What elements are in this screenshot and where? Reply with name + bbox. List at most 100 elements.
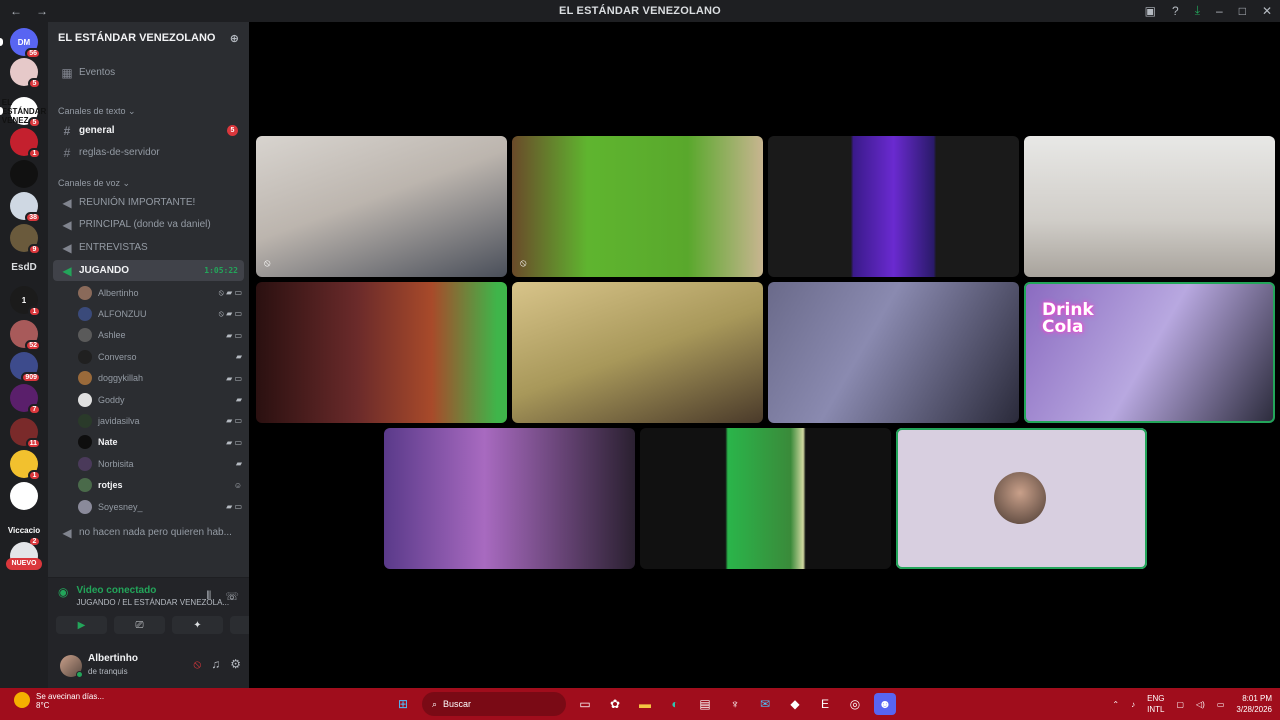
voice-user[interactable]: rotjes ☺	[78, 475, 244, 496]
voice-user[interactable]: javidasilva ▰ ▭	[78, 410, 244, 431]
file-explorer-icon[interactable]: ▬	[634, 693, 656, 715]
maximize-icon[interactable]: □	[1239, 4, 1246, 18]
camera-button[interactable]: ▶	[56, 616, 107, 634]
calendar-icon: ▦	[61, 65, 73, 80]
mute-icon[interactable]: ⦸	[193, 657, 201, 672]
server-icon[interactable]	[10, 160, 38, 188]
discord-icon[interactable]: ☻	[874, 693, 896, 715]
mention-badge: 1	[28, 306, 41, 317]
server-icon[interactable]: 52	[10, 320, 41, 351]
voice-channel-principal[interactable]: ◀ PRINCIPAL (donde va daniel)	[53, 214, 244, 235]
drink-cola-sign: Drink Cola	[1042, 300, 1094, 337]
voice-user[interactable]: Ashlee ▰ ▭	[78, 325, 244, 346]
server-icon[interactable]: 38	[10, 192, 41, 223]
avatar	[78, 328, 92, 343]
voice-user[interactable]: Goddy ▰	[78, 389, 244, 410]
display-icon[interactable]: ▢	[1176, 700, 1184, 709]
clock[interactable]: 8:01 PM 3/28/2026	[1236, 693, 1272, 715]
voice-user[interactable]: Converso ▰	[78, 346, 244, 367]
alien-app-icon[interactable]: ♆	[724, 693, 746, 715]
voice-channel-jugando[interactable]: ◀ JUGANDO 1:05:22	[53, 260, 244, 281]
muted-mic-icon: ⦸	[264, 258, 271, 269]
server-icon[interactable]: 11	[10, 286, 41, 317]
settings-icon[interactable]: ⚙	[230, 657, 241, 672]
video-tile-6[interactable]	[512, 282, 763, 423]
microphone-icon[interactable]: ♪	[1131, 700, 1135, 709]
server-icon[interactable]: EL ESTÁNDAR VENEZ 5	[0, 97, 46, 128]
start-icon[interactable]: ⊞	[392, 693, 414, 715]
chrome-icon[interactable]: ◎	[844, 693, 866, 715]
noise-suppression-icon[interactable]: ⦀	[206, 590, 211, 603]
server-text-icon[interactable]: EsdD	[0, 262, 48, 273]
voice-status-icons: ▰ ▭	[226, 437, 242, 447]
video-tile-10[interactable]	[640, 428, 891, 569]
video-tile-2[interactable]: ⦸	[512, 136, 763, 277]
video-tile-8[interactable]: Drink Cola	[1024, 282, 1275, 423]
server-icon[interactable]: 5	[10, 58, 41, 89]
video-tile-7[interactable]	[768, 282, 1019, 423]
screen-share-icon[interactable]: ▣	[1145, 4, 1156, 18]
video-tile-3[interactable]	[768, 136, 1019, 277]
server-header[interactable]: EL ESTÁNDAR VENEZOLANO ⊕	[48, 22, 249, 54]
language-indicator[interactable]: ENG INTL	[1147, 693, 1164, 715]
voice-user[interactable]: Soyesney_ ▰ ▭	[78, 496, 244, 517]
task-view-icon[interactable]: ▭	[574, 693, 596, 715]
search-box[interactable]: ⌕ Buscar	[422, 692, 566, 716]
battery-icon[interactable]: ▭	[1217, 700, 1225, 709]
events-row[interactable]: ▦ Eventos	[53, 62, 244, 83]
video-tile-1[interactable]: ⦸	[256, 136, 507, 277]
share-screen-button[interactable]: ⎚	[114, 616, 165, 634]
video-tile-5[interactable]	[256, 282, 507, 423]
edge-icon[interactable]: ◐	[664, 693, 686, 715]
voice-user[interactable]: ALFONZUU ⦸ ▰ ▭	[78, 303, 244, 324]
tray-overflow-icon[interactable]: ⌃	[1112, 700, 1119, 709]
server-icon[interactable]: DM 56	[0, 28, 41, 59]
epic-games-icon[interactable]: E	[814, 693, 836, 715]
signal-icon[interactable]: ◉	[58, 585, 68, 607]
voice-status-icons: ▰ ▭	[226, 330, 242, 340]
voice-user-name: Norbisita	[98, 458, 134, 469]
server-icon[interactable]: 1	[10, 450, 41, 481]
voice-user[interactable]: Albertinho ⦸ ▰ ▭	[78, 282, 244, 303]
close-icon[interactable]: ✕	[1262, 4, 1272, 18]
office-icon[interactable]: ◆	[784, 693, 806, 715]
voice-channel-entrevistas[interactable]: ◀ ENTREVISTAS	[53, 237, 244, 258]
minimize-icon[interactable]: –	[1216, 4, 1223, 18]
volume-icon[interactable]: ◁)	[1196, 700, 1205, 709]
mail-icon[interactable]: ✉	[754, 693, 776, 715]
download-icon[interactable]: ⤓	[1195, 3, 1200, 18]
activities-button[interactable]: ✦	[172, 616, 223, 634]
video-tile-4[interactable]	[1024, 136, 1275, 277]
help-icon[interactable]: ?	[1172, 4, 1179, 18]
headset-icon[interactable]: ♫	[211, 657, 220, 672]
store-icon[interactable]: ▤	[694, 693, 716, 715]
voice-channel-extra[interactable]: ◀ no hacen nada pero quieren hab...	[53, 522, 244, 543]
add-user-icon[interactable]: ⊕	[230, 32, 239, 45]
speaker-icon: ◀	[62, 525, 72, 540]
server-icon[interactable]: 909	[10, 352, 41, 383]
server-icon[interactable]: 7	[10, 384, 41, 415]
server-icon[interactable]: 1	[10, 128, 41, 159]
back-arrow-icon[interactable]: ←	[10, 4, 22, 18]
voice-user[interactable]: doggykillah ▰ ▭	[78, 368, 244, 389]
copilot-icon[interactable]: ✿	[604, 693, 626, 715]
server-icon[interactable]: Viccacio 2	[8, 516, 41, 547]
video-tile-11[interactable]	[896, 428, 1147, 569]
voice-category[interactable]: Canales de voz ⌄	[58, 178, 130, 189]
channel-general[interactable]: # general 5	[53, 120, 244, 141]
voice-user[interactable]: Norbisita ▰	[78, 453, 244, 474]
disconnect-icon[interactable]: ☏	[225, 590, 239, 603]
forward-arrow-icon[interactable]: →	[36, 4, 48, 18]
voice-status-icons: ▰ ▭	[226, 416, 242, 426]
server-icon[interactable]: 11	[10, 418, 41, 449]
server-icon[interactable]	[10, 482, 38, 510]
avatar	[78, 306, 92, 321]
channel-reglas[interactable]: # reglas-de-servidor	[53, 142, 244, 163]
video-tile-9[interactable]	[384, 428, 635, 569]
weather-widget[interactable]: Se avecinan días... 8°C	[14, 692, 104, 710]
server-icon[interactable]: 9	[10, 224, 41, 255]
voice-user[interactable]: Nate ▰ ▭	[78, 432, 244, 453]
text-category[interactable]: Canales de texto ⌄	[58, 106, 136, 117]
voice-channel-reunion[interactable]: ◀ REUNIÓN IMPORTANTE!	[53, 192, 244, 213]
speaker-icon: ◀	[62, 195, 72, 210]
